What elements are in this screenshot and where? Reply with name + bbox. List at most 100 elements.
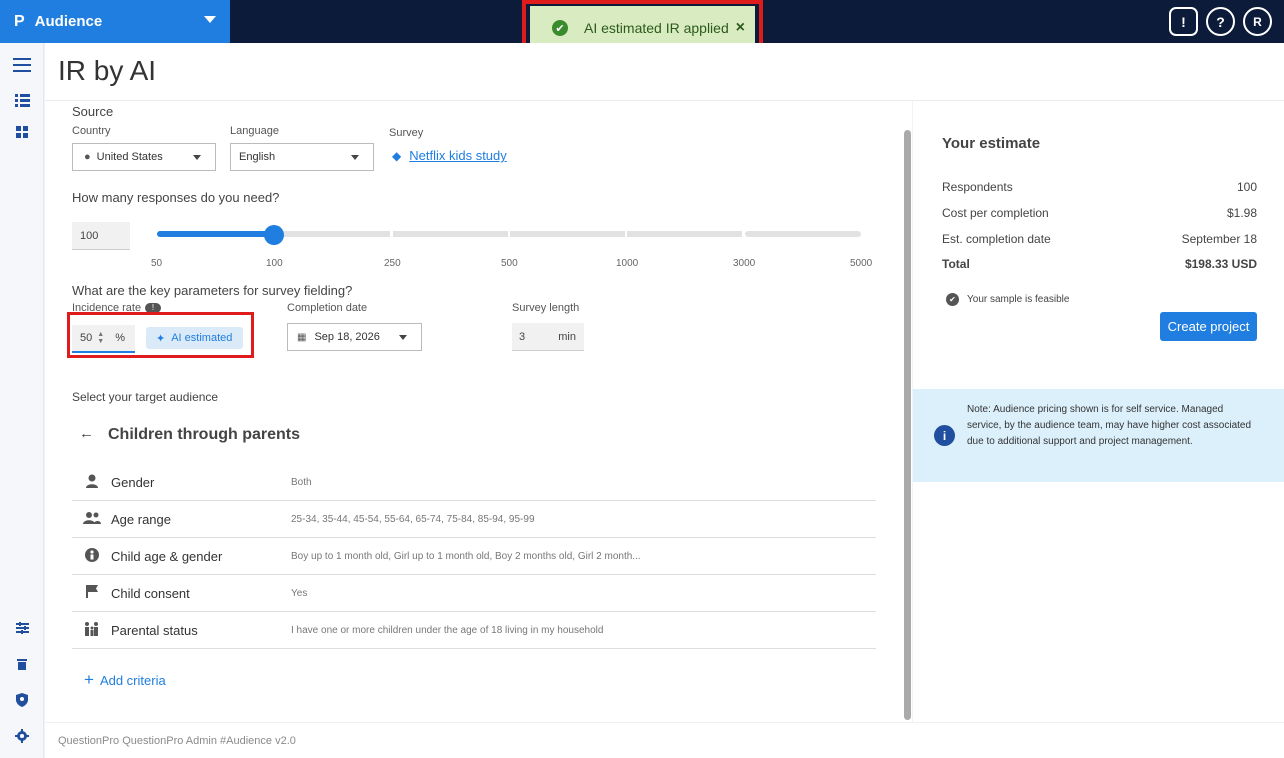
- language-label: Language: [230, 125, 279, 137]
- feasible-status: ✔ Your sample is feasible: [946, 293, 1069, 306]
- tick-label: 50: [151, 258, 163, 269]
- feedback-icon[interactable]: !: [1169, 7, 1198, 36]
- slider-handle[interactable]: [264, 225, 284, 245]
- ai-estimated-badge[interactable]: ✦ AI estimated: [146, 327, 243, 349]
- toast-message: AI estimated IR applied: [584, 20, 729, 36]
- slider-segment: [745, 231, 861, 237]
- survey-icon: ◆: [392, 148, 402, 163]
- footer: QuestionPro QuestionPro Admin #Audience …: [45, 722, 1284, 758]
- flag-icon: [82, 585, 102, 601]
- estimate-value: 100: [1236, 180, 1257, 194]
- ai-badge-label: AI estimated: [171, 332, 233, 344]
- child-icon: [82, 547, 102, 565]
- tick-label: 100: [266, 258, 283, 269]
- pricing-note-text: Note: Audience pricing shown is for self…: [967, 404, 1252, 447]
- responses-slider[interactable]: [157, 225, 861, 245]
- estimate-label: Est. completion date: [942, 232, 1051, 246]
- pricing-note: i Note: Audience pricing shown is for se…: [913, 389, 1284, 482]
- criteria-value: I have one or more children under the ag…: [291, 624, 604, 636]
- chevron-down-icon: [399, 335, 407, 340]
- language-select[interactable]: English: [230, 143, 374, 171]
- incidence-input[interactable]: 50 ▲ ▼ %: [72, 325, 135, 353]
- stepper-icon[interactable]: ▲ ▼: [97, 331, 104, 345]
- slider-segment: [274, 231, 390, 237]
- tick-label: 500: [501, 258, 518, 269]
- page-header: IR by AI: [45, 43, 1284, 101]
- estimate-value: September 18: [1181, 232, 1257, 246]
- incidence-value: 50: [80, 332, 93, 344]
- app-switcher[interactable]: P Audience: [0, 0, 230, 43]
- country-select[interactable]: ● United States: [72, 143, 216, 171]
- app-name: Audience: [34, 13, 103, 30]
- estimate-value: $198.33 USD: [1184, 257, 1257, 271]
- criteria-row-child-age[interactable]: Child age & gender Boy up to 1 month old…: [72, 538, 876, 575]
- add-criteria-label: Add criteria: [99, 672, 166, 688]
- back-arrow-icon[interactable]: ←: [79, 425, 94, 442]
- check-circle-icon: ✔: [552, 20, 568, 36]
- trash-icon[interactable]: [13, 655, 31, 673]
- slider-segment: [393, 231, 508, 237]
- list-icon[interactable]: [13, 91, 31, 109]
- completion-label: Completion date: [287, 302, 368, 314]
- tick-label: 1000: [616, 258, 639, 269]
- info-circle-icon: i: [934, 425, 955, 446]
- criteria-row-age[interactable]: Age range 25-34, 35-44, 45-54, 55-64, 65…: [72, 501, 876, 538]
- menu-icon[interactable]: [13, 56, 31, 74]
- estimate-value: $1.98: [1226, 206, 1257, 220]
- chevron-down-icon: [351, 155, 359, 160]
- side-nav: [0, 43, 44, 758]
- criteria-value: 25-34, 35-44, 45-54, 55-64, 65-74, 75-84…: [291, 513, 535, 525]
- gear-icon[interactable]: [13, 727, 31, 745]
- survey-link-text: Netflix kids study: [409, 148, 507, 163]
- criteria-name: Gender: [111, 474, 155, 490]
- shield-user-icon[interactable]: [13, 691, 31, 709]
- length-label: Survey length: [512, 302, 580, 314]
- close-icon[interactable]: ×: [736, 19, 745, 37]
- estimate-row: Cost per completion $1.98: [942, 206, 1257, 220]
- chevron-down-icon: [204, 16, 216, 23]
- length-unit: min: [558, 330, 576, 343]
- responses-value: 100: [80, 229, 99, 242]
- criteria-name: Parental status: [111, 622, 198, 638]
- survey-link[interactable]: ◆ Netflix kids study: [392, 148, 507, 163]
- audience-title: Children through parents: [108, 426, 300, 443]
- criteria-value: Boy up to 1 month old, Girl up to 1 mont…: [291, 550, 641, 562]
- help-icon[interactable]: ?: [1206, 7, 1235, 36]
- audience-heading: Select your target audience: [72, 390, 219, 404]
- tick-label: 3000: [733, 258, 756, 269]
- estimate-row: Respondents 100: [942, 180, 1257, 194]
- sliders-icon[interactable]: [13, 619, 31, 637]
- estimate-label: Cost per completion: [942, 206, 1049, 220]
- criteria-row-gender[interactable]: Gender Both: [72, 464, 876, 501]
- user-avatar[interactable]: R: [1243, 7, 1272, 36]
- criteria-value: Both: [291, 476, 312, 488]
- criteria-row-consent[interactable]: Child consent Yes: [72, 575, 876, 612]
- globe-icon: ●: [84, 151, 91, 163]
- length-input[interactable]: 3 min: [512, 323, 584, 351]
- criteria-value: Yes: [291, 587, 308, 599]
- source-heading: Source: [72, 104, 114, 119]
- dashboard-icon[interactable]: [13, 123, 31, 141]
- survey-label: Survey: [389, 127, 424, 139]
- create-project-button[interactable]: Create project: [1160, 312, 1257, 341]
- responses-input[interactable]: 100: [72, 222, 130, 250]
- slider-segment: [627, 231, 742, 237]
- estimate-row: Est. completion date September 18: [942, 232, 1257, 246]
- completion-date-select[interactable]: ▦ Sep 18, 2026: [287, 323, 422, 351]
- tick-label: 250: [384, 258, 401, 269]
- criteria-row-parental[interactable]: Parental status I have one or more child…: [72, 612, 876, 649]
- scrollbar[interactable]: [904, 130, 911, 720]
- length-value: 3: [519, 330, 526, 343]
- chevron-down-icon: [193, 155, 201, 160]
- add-criteria-button[interactable]: + Add criteria: [84, 670, 166, 690]
- responses-question: How many responses do you need?: [72, 190, 280, 205]
- estimate-label: Respondents: [942, 180, 1013, 194]
- country-label: Country: [72, 125, 111, 137]
- calendar-icon: ▦: [297, 331, 307, 343]
- criteria-name: Child consent: [111, 585, 190, 601]
- plus-icon: +: [84, 670, 94, 689]
- people-icon: [82, 511, 102, 527]
- brand-logo-icon: P: [14, 12, 25, 30]
- feasible-text: Your sample is feasible: [967, 294, 1070, 305]
- family-icon: [82, 621, 102, 639]
